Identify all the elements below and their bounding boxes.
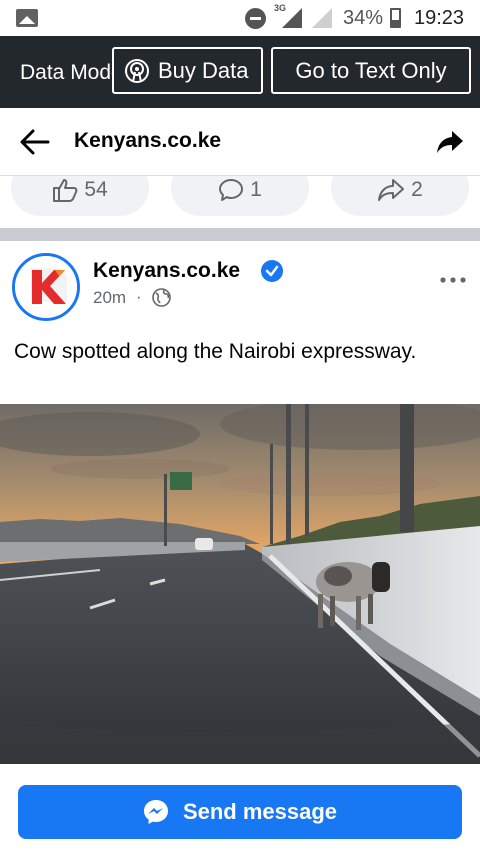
- share-count: 2: [411, 178, 423, 201]
- battery-icon: [390, 8, 401, 28]
- battery-percent: 34%: [343, 7, 384, 29]
- meta-separator: ·: [136, 287, 142, 306]
- signal-secondary-icon: [312, 8, 332, 28]
- page-title: Kenyans.co.ke: [74, 129, 222, 152]
- like-button[interactable]: 54: [11, 176, 149, 216]
- share-icon: [378, 179, 405, 201]
- text-only-label: Go to Text Only: [295, 57, 447, 83]
- verified-badge-icon: [261, 260, 283, 282]
- send-message-button[interactable]: Send message: [18, 785, 462, 839]
- more-options-icon[interactable]: [438, 270, 468, 290]
- back-arrow-icon[interactable]: [18, 128, 52, 156]
- status-time: 19:23: [414, 7, 465, 29]
- data-mode-label: Data Mode: [20, 61, 112, 84]
- post-card: Kenyans.co.ke 20m · Cow spotted along th…: [0, 241, 480, 764]
- avatar[interactable]: [12, 253, 80, 321]
- comment-count: 1: [250, 178, 262, 201]
- page-header: Kenyans.co.ke: [0, 108, 480, 176]
- bottom-action-bar: Send message: [0, 764, 480, 854]
- comment-button[interactable]: 1: [171, 176, 309, 216]
- like-count: 54: [84, 178, 108, 201]
- go-to-text-only-button[interactable]: Go to Text Only: [271, 47, 471, 94]
- post-text: Cow spotted along the Nairobi expressway…: [14, 340, 417, 363]
- messenger-icon: [143, 800, 168, 824]
- comment-icon: [219, 179, 244, 201]
- kenyans-logo-icon: [15, 256, 77, 318]
- thumbs-up-icon: [53, 179, 78, 202]
- send-message-label: Send message: [182, 799, 338, 824]
- post-timestamp[interactable]: 20m: [93, 288, 126, 308]
- do-not-disturb-icon: [245, 8, 266, 29]
- buy-data-label: Buy Data: [158, 57, 249, 83]
- post-author[interactable]: Kenyans.co.ke: [93, 259, 240, 283]
- buy-data-button[interactable]: Buy Data: [112, 47, 263, 94]
- data-mode-banner: Data Mode Buy Data Go to Text Only: [0, 36, 480, 108]
- broadcast-icon: [125, 58, 149, 83]
- globe-icon: [152, 288, 171, 307]
- reactions-row: 54 1 2: [0, 176, 480, 228]
- status-bar: 3G 34% 19:23: [0, 0, 480, 36]
- share-button[interactable]: 2: [331, 176, 469, 216]
- signal-icon: [282, 8, 302, 28]
- gallery-notification-icon: [16, 9, 38, 27]
- post-photo[interactable]: [0, 404, 480, 764]
- feed-divider: [0, 228, 480, 241]
- share-arrow-icon[interactable]: [436, 128, 464, 156]
